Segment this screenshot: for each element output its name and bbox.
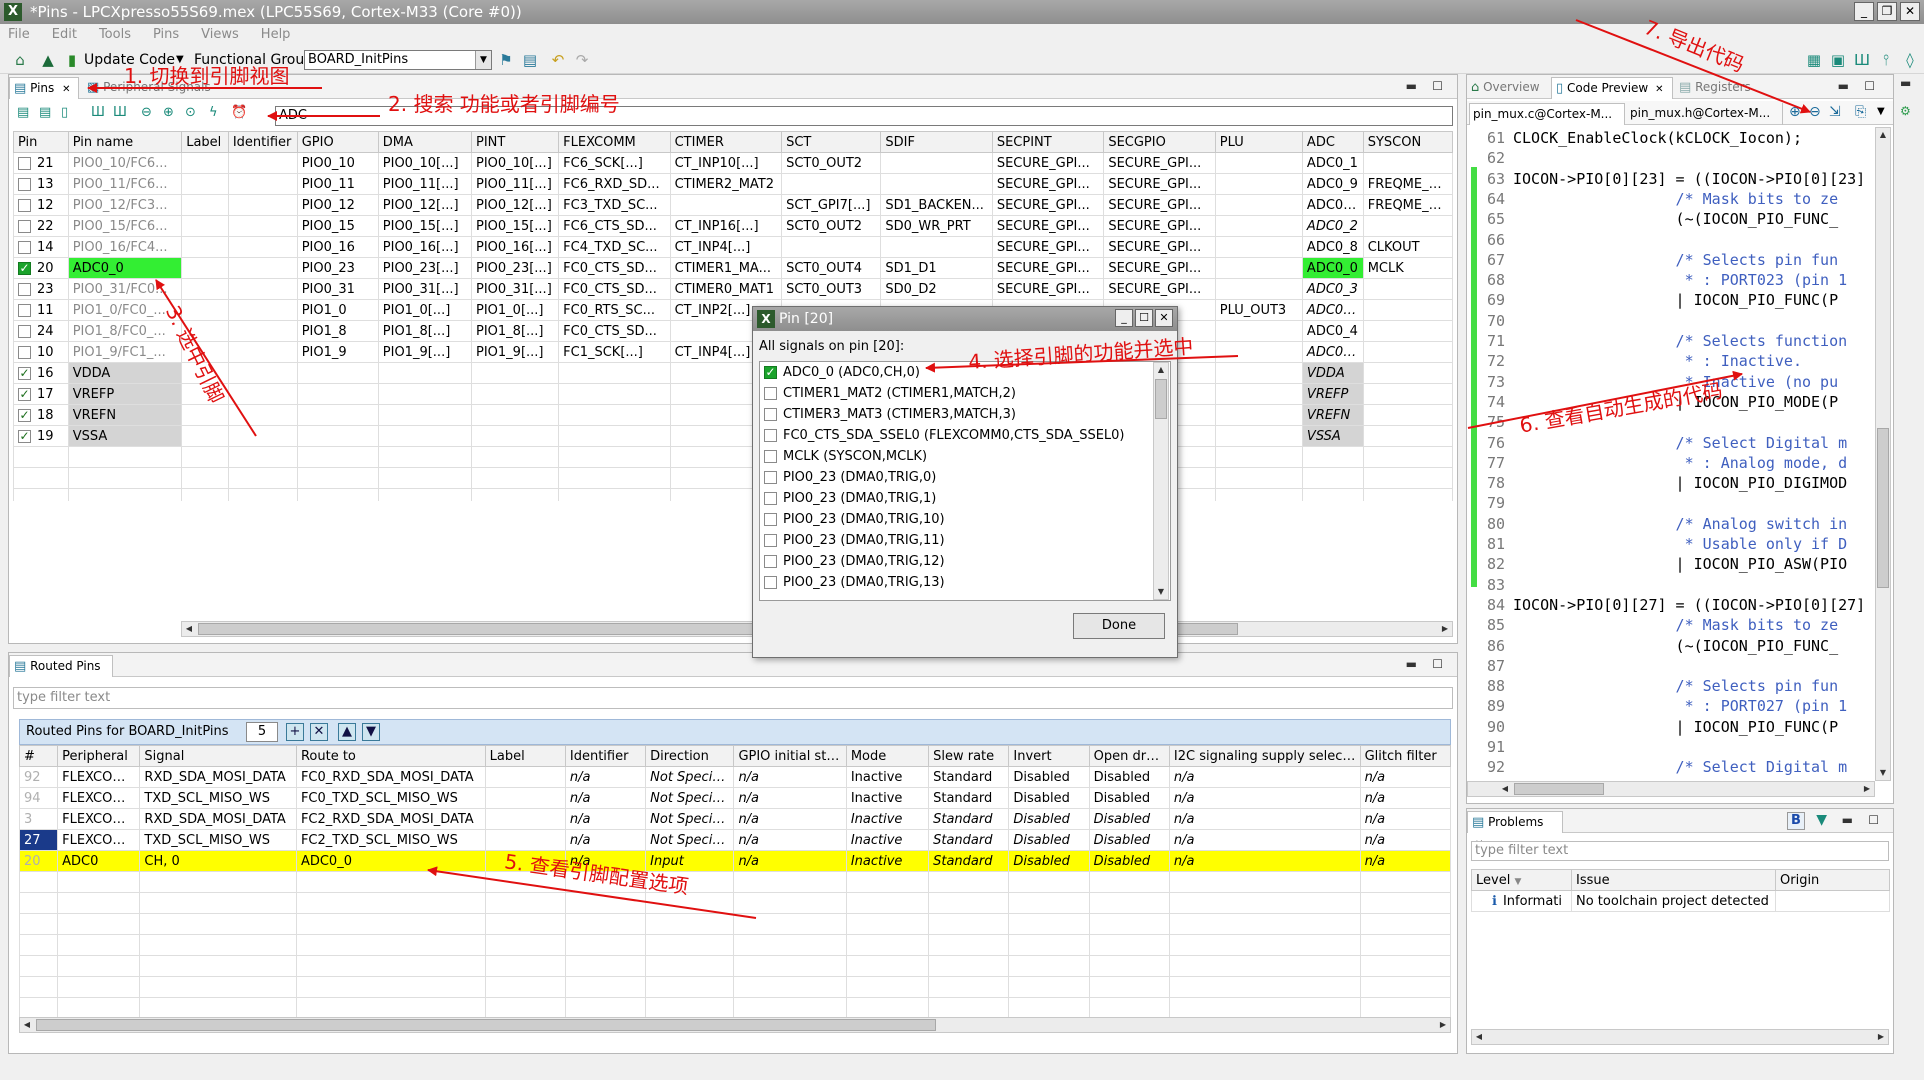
annotation-2: 2. 搜索 功能或者引脚编号 [388,92,620,116]
annotation-arrows [87,19,1811,919]
annotation-1: 1. 切换到引脚视图 [124,64,290,88]
